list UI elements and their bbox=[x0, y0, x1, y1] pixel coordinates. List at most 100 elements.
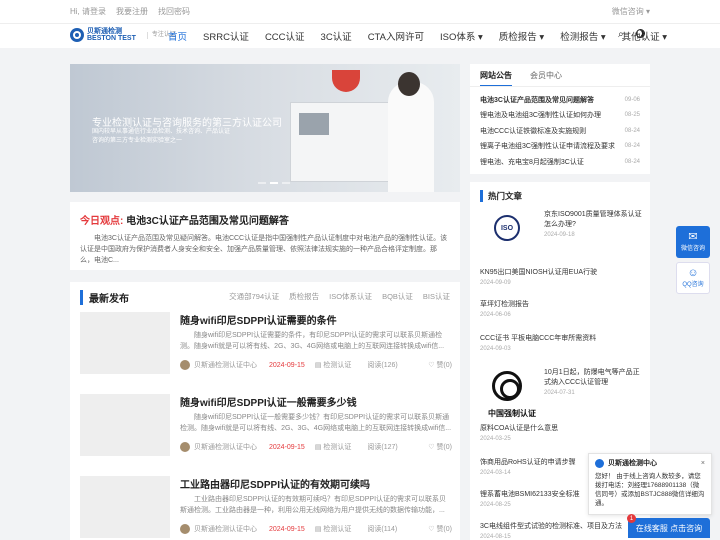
post-reads: 阅读(114) bbox=[367, 526, 398, 533]
nav-item-home[interactable]: 首页 bbox=[160, 29, 195, 43]
nav-item-test[interactable]: 检测报告 ▾ bbox=[552, 29, 613, 43]
nav-item-ccc[interactable]: CCC认证 bbox=[257, 29, 313, 43]
unread-badge: 1 bbox=[627, 514, 636, 523]
notice-panel: 网站公告 会员中心 电池3C认证产品范围及常见问题解答 09-06 锂电池及电池组3… bbox=[470, 64, 650, 174]
logo-cn: 贝斯通检测 bbox=[87, 28, 122, 35]
post-item[interactable]: 工业路由器印尼SDPPI认证的有效期可续吗 工业路由器印尼SDPPI认证的有效期… bbox=[80, 476, 452, 540]
tab-member[interactable]: 会员中心 bbox=[530, 70, 562, 87]
post-category[interactable]: ▤ 检测认证 bbox=[315, 524, 352, 534]
post-excerpt: 随身wifi印尼SDPPI认证需要的条件，有印尼SDPPI认证的需求可以联系贝斯… bbox=[180, 332, 445, 350]
logo-en: BESTON TEST bbox=[87, 35, 136, 42]
technician-head bbox=[398, 72, 420, 96]
hot-item[interactable]: 3C电线组件型式试验的检测标准、项目及方法 2024-08-15 bbox=[480, 522, 645, 540]
featured-title[interactable]: 电池3C认证产品范围及常见问题解答 bbox=[126, 216, 289, 227]
banner-slogan: 专业检测认证与咨询服务的第三方认证公司 bbox=[92, 118, 282, 129]
post-author[interactable]: 贝斯通检测认证中心 bbox=[194, 360, 257, 370]
wechat-icon: ✉ bbox=[688, 231, 698, 243]
chat-name: 贝斯通检测中心 bbox=[608, 460, 657, 467]
hot-item[interactable]: 原料COA认证是什么意思 2024-03-25 bbox=[480, 424, 645, 442]
online-service-button[interactable]: 在线客服 点击咨询 bbox=[628, 518, 710, 538]
wechat-consult-link[interactable]: 微信咨询 bbox=[612, 7, 644, 16]
post-thumbnail[interactable] bbox=[80, 476, 170, 538]
nav-item-quality[interactable]: 质检报告 ▾ bbox=[491, 29, 552, 43]
chat-message: 您好！ 由于线上咨询人数较多，请您拨打电话：刘经理17688901138（微信同… bbox=[595, 473, 705, 507]
cat-link[interactable]: 质检报告 bbox=[289, 291, 319, 302]
post-date: 2024-09-15 bbox=[269, 443, 305, 451]
ccc-caption: 中国强制认证 bbox=[488, 409, 536, 418]
lab-machine-image bbox=[290, 102, 400, 182]
avatar bbox=[180, 524, 190, 534]
notice-item[interactable]: 锂电池及电池组3C强制性认证如何办理 08-25 bbox=[480, 108, 640, 124]
post-title[interactable]: 随身wifi印尼SDPPI认证一般需要多少钱 bbox=[180, 394, 357, 409]
register-link[interactable]: 我要注册 bbox=[116, 6, 148, 17]
post-author[interactable]: 贝斯通检测认证中心 bbox=[194, 442, 257, 452]
post-reads: 阅读(126) bbox=[367, 362, 398, 369]
lab-lamp-image bbox=[332, 70, 360, 92]
top-bar: Hi, 请登录 我要注册 找回密码 微信咨询 ▾ bbox=[0, 0, 720, 24]
nav-item-iso[interactable]: ISO体系 ▾ bbox=[432, 29, 491, 43]
hot-item[interactable]: CCC证书 平板电脑CCC年审所需资料 2024-09-03 bbox=[480, 334, 645, 352]
chat-popup: 贝斯通检测中心 × 您好！ 由于线上咨询人数较多，请您拨打电话：刘经理176889… bbox=[588, 453, 712, 515]
hot-item[interactable]: ISO 京东ISO9001质量管理体系认证怎么办理? 2024-09-18 bbox=[480, 210, 645, 250]
hero-banner[interactable]: 专业检测认证与咨询服务的第三方认证公司 国内较早从事通信行业品检测、技术咨询、产… bbox=[70, 64, 460, 192]
dark-mode-icon[interactable] bbox=[635, 29, 645, 38]
post-thumbnail[interactable] bbox=[80, 312, 170, 374]
banner-subtext: 国内较早从事通信行业品检测、技术咨询、产品认证咨询的第三方专业检测实验室之一 bbox=[92, 129, 231, 144]
post-date: 2024-09-15 bbox=[269, 525, 305, 533]
post-category[interactable]: ▤ 检测认证 bbox=[315, 442, 352, 452]
login-link[interactable]: Hi, 请登录 bbox=[70, 6, 106, 17]
avatar bbox=[180, 360, 190, 370]
post-reads: 阅读(127) bbox=[367, 444, 398, 451]
hot-item[interactable]: 草坪灯检测报告 2024-06-06 bbox=[480, 300, 645, 318]
notice-item[interactable]: 锂离子电池组3C强制性认证申请流程及要求 08-24 bbox=[480, 139, 640, 155]
notice-item[interactable]: 电池CCC认证铁徽标准及实施规则 08-24 bbox=[480, 123, 640, 139]
nav-item-cta[interactable]: CTA入网许可 bbox=[360, 29, 432, 43]
cat-link[interactable]: BQB认证 bbox=[382, 291, 413, 302]
featured-tag: 今日观点: bbox=[80, 216, 124, 227]
logo-icon bbox=[70, 28, 84, 42]
qq-float-button[interactable]: ☺ QQ咨询 bbox=[676, 262, 710, 294]
forgot-password-link[interactable]: 找回密码 bbox=[158, 6, 190, 17]
like-button[interactable]: ♡ 赞(0) bbox=[428, 360, 452, 370]
tab-notice[interactable]: 网站公告 bbox=[480, 70, 512, 87]
post-thumbnail[interactable] bbox=[80, 394, 170, 456]
main-nav: 贝斯通检测 BESTON TEST 专注认证 首页 SRRC认证 CCC认证 3C… bbox=[0, 24, 720, 48]
post-excerpt: 工业路由器印尼SDPPI认证的有效期可续吗？有印尼SDPPI认证的需求可以联系贝… bbox=[180, 496, 447, 514]
notice-item[interactable]: 锂电池、充电宝8月起强制3C认证 08-24 bbox=[480, 154, 640, 170]
featured-desc: 电池3C认证产品范围及常见疑问解答。电池CCC认证是指中国强制性产品认证制度中对… bbox=[80, 235, 448, 264]
hot-item[interactable]: KN95出口美国NIOSH认证用EUA行驶 2024-09-09 bbox=[480, 268, 645, 286]
latest-posts: 最新发布 交通部794认证 质检报告 ISO体系认证 BQB认证 BIS认证 随… bbox=[70, 282, 460, 540]
chevron-down-icon: ▾ bbox=[645, 7, 650, 16]
qq-icon: ☺ bbox=[687, 267, 699, 279]
post-excerpt: 随身wifi印尼SDPPI认证一般需要多少钱？有印尼SDPPI认证的需求可以联系… bbox=[180, 414, 452, 432]
like-button[interactable]: ♡ 赞(0) bbox=[428, 442, 452, 452]
nav-menu: 首页 SRRC认证 CCC认证 3C认证 CTA入网许可 ISO体系 ▾ 质检报… bbox=[160, 24, 675, 48]
chat-avatar bbox=[595, 458, 604, 468]
cat-link[interactable]: 交通部794认证 bbox=[229, 291, 279, 302]
nav-item-3c[interactable]: 3C认证 bbox=[313, 29, 360, 43]
hot-title: 热门文章 bbox=[480, 190, 522, 202]
featured-article[interactable]: 今日观点: 电池3C认证产品范围及常见问题解答 电池3C认证产品范围及常见疑问解… bbox=[70, 202, 460, 270]
wechat-float-button[interactable]: ✉ 微信咨询 bbox=[676, 226, 710, 258]
cat-link[interactable]: BIS认证 bbox=[423, 291, 450, 302]
post-category[interactable]: ▤ 检测认证 bbox=[315, 360, 352, 370]
search-icon[interactable]: ⌕ bbox=[618, 29, 624, 40]
cat-link[interactable]: ISO体系认证 bbox=[329, 291, 372, 302]
close-icon[interactable]: × bbox=[701, 460, 705, 467]
ccc-logo bbox=[480, 368, 534, 404]
nav-item-srrc[interactable]: SRRC认证 bbox=[195, 29, 257, 43]
hot-item[interactable]: 中国强制认证 10月1日起，防爆电气等产品正式纳入CCC认证管理 2024-07-… bbox=[480, 368, 645, 418]
post-item[interactable]: 随身wifi印尼SDPPI认证需要的条件 随身wifi印尼SDPPI认证需要的条… bbox=[80, 312, 452, 388]
like-button[interactable]: ♡ 赞(0) bbox=[428, 524, 452, 534]
lab-technician-image bbox=[388, 82, 434, 192]
latest-title: 最新发布 bbox=[80, 290, 129, 305]
post-author[interactable]: 贝斯通检测认证中心 bbox=[194, 524, 257, 534]
avatar bbox=[180, 442, 190, 452]
post-title[interactable]: 工业路由器印尼SDPPI认证的有效期可续吗 bbox=[180, 476, 370, 491]
post-date: 2024-09-15 bbox=[269, 361, 305, 369]
notice-item[interactable]: 电池3C认证产品范围及常见问题解答 09-06 bbox=[480, 92, 640, 108]
post-item[interactable]: 随身wifi印尼SDPPI认证一般需要多少钱 随身wifi印尼SDPPI认证一般… bbox=[80, 394, 452, 470]
post-title[interactable]: 随身wifi印尼SDPPI认证需要的条件 bbox=[180, 312, 337, 327]
carousel-dots[interactable] bbox=[258, 182, 290, 184]
iso-logo: ISO bbox=[480, 210, 534, 246]
